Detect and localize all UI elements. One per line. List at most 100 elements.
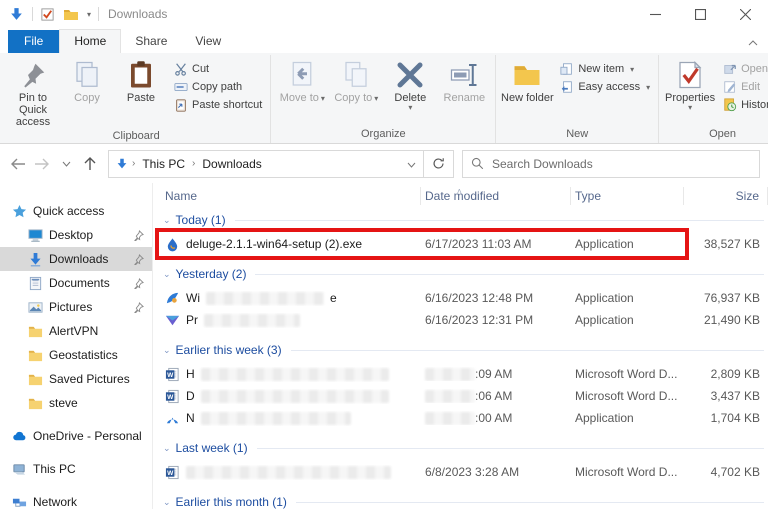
search-box[interactable] xyxy=(462,150,760,178)
minimize-button[interactable] xyxy=(633,0,678,28)
up-icon[interactable] xyxy=(78,151,102,177)
collapse-group-chevron-icon[interactable]: ⌄ xyxy=(163,269,171,280)
tab-home[interactable]: Home xyxy=(59,29,121,53)
button-label: Open xyxy=(741,63,768,75)
group-header-earlier-this-month-1[interactable]: ⌄ Earlier this month (1) xyxy=(161,489,768,509)
sidebar-item-steve[interactable]: steve xyxy=(0,391,152,415)
file-name-cell: deluge-2.1.1-win64-setup (2).exe xyxy=(161,237,421,252)
properties-button[interactable]: Properties ▾ xyxy=(663,58,717,111)
file-row[interactable]: deluge-2.1.1-win64-setup (2).exe6/17/202… xyxy=(161,233,768,255)
group-label: Today (1) xyxy=(176,213,226,227)
sidebar-item-pictures[interactable]: Pictures xyxy=(0,295,152,319)
sidebar-item-geostatistics[interactable]: Geostatistics xyxy=(0,343,152,367)
sidebar-item-quick-access[interactable]: Quick access xyxy=(0,199,152,223)
column-header-size[interactable]: Size xyxy=(684,187,768,205)
redacted-text xyxy=(201,368,389,381)
type-cell: Application xyxy=(571,291,684,305)
move-to-button[interactable]: Move to xyxy=(275,58,329,105)
button-label: New folder xyxy=(501,92,554,104)
file-row[interactable]: N:00 AMApplication1,704 KB xyxy=(161,407,768,429)
group-header-yesterday-2[interactable]: ⌄Yesterday (2) xyxy=(161,261,768,287)
delete-button[interactable]: Delete ▾ xyxy=(383,58,437,111)
pin-to-quick-access-button[interactable]: Pin to Quick access xyxy=(6,58,60,128)
forward-icon[interactable] xyxy=(30,151,54,177)
type-cell: Microsoft Word D... xyxy=(571,465,684,479)
sidebar-item-documents[interactable]: Documents xyxy=(0,271,152,295)
copy-button[interactable]: Copy xyxy=(60,58,114,104)
folder-icon xyxy=(28,348,43,363)
sidebar-item-alertvpn[interactable]: AlertVPN xyxy=(0,319,152,343)
sidebar-item-saved-pictures[interactable]: Saved Pictures xyxy=(0,367,152,391)
button-label: Paste shortcut xyxy=(192,99,262,111)
recent-locations-chevron-icon[interactable] xyxy=(54,151,78,177)
group-header-today-1[interactable]: ⌄ Today (1) xyxy=(161,207,768,233)
open-icon xyxy=(723,62,737,76)
sidebar-item-desktop[interactable]: Desktop xyxy=(0,223,152,247)
quick-access-toolbar: ▾ xyxy=(40,7,91,22)
column-header-name[interactable]: Name xyxy=(161,187,421,205)
group-header-last-week-1[interactable]: ⌄Last week (1) xyxy=(161,435,768,461)
history-button[interactable]: History xyxy=(723,98,768,112)
date-modified-cell: :00 AM xyxy=(421,411,571,425)
sidebar-item-label: Desktop xyxy=(49,228,93,242)
tab-view[interactable]: View xyxy=(181,30,235,53)
button-label: Rename xyxy=(444,92,486,104)
date-modified-cell: 6/16/2023 12:48 PM xyxy=(421,291,571,305)
collapse-group-chevron-icon[interactable]: ⌄ xyxy=(163,443,171,454)
file-row[interactable]: WD:06 AMMicrosoft Word D...3,437 KB xyxy=(161,385,768,407)
paste-shortcut-button[interactable]: Paste shortcut xyxy=(174,98,262,112)
refresh-icon[interactable] xyxy=(424,150,454,178)
file-row[interactable]: Wie6/16/2023 12:48 PMApplication76,937 K… xyxy=(161,287,768,309)
move-to-icon xyxy=(287,60,317,90)
sidebar-item-network[interactable]: Network xyxy=(0,490,152,509)
new-folder-button[interactable]: New folder xyxy=(500,58,554,104)
search-input[interactable] xyxy=(492,157,751,171)
ribbon-group-clipboard: Pin to Quick access Copy Paste xyxy=(2,55,270,143)
group-label: Earlier this month (1) xyxy=(176,495,287,509)
file-row[interactable]: Pr6/16/2023 12:31 PMApplication21,490 KB xyxy=(161,309,768,331)
size-cell: 21,490 KB xyxy=(684,313,768,327)
button-label: Easy access xyxy=(578,81,640,93)
address-bar[interactable]: › This PC › Downloads xyxy=(108,150,424,178)
copy-path-icon xyxy=(174,80,188,94)
sidebar-item-this-pc[interactable]: This PC xyxy=(0,457,152,481)
customize-qat-dropdown-icon[interactable]: ▾ xyxy=(87,11,91,18)
group-rule xyxy=(296,502,764,503)
new-item-button[interactable]: New item xyxy=(560,62,650,76)
sidebar-item-onedrive-personal[interactable]: OneDrive - Personal xyxy=(0,424,152,448)
copy-path-button[interactable]: Copy path xyxy=(174,80,262,94)
ribbon-group-open: Properties ▾ Open Edit xyxy=(658,55,768,143)
back-icon[interactable] xyxy=(6,151,30,177)
rename-button[interactable]: Rename xyxy=(437,58,491,104)
address-dropdown-icon[interactable] xyxy=(399,157,423,171)
collapse-group-chevron-icon[interactable]: ⌄ xyxy=(163,345,171,356)
easy-access-button[interactable]: Easy access xyxy=(560,80,650,94)
type-cell: Application xyxy=(571,237,684,251)
redacted-text xyxy=(186,466,391,479)
collapse-ribbon-icon[interactable] xyxy=(748,35,758,49)
properties-qat-icon[interactable] xyxy=(40,7,55,22)
file-row[interactable]: WH:09 AMMicrosoft Word D...2,809 KB xyxy=(161,363,768,385)
group-header-earlier-this-week-3[interactable]: ⌄Earlier this week (3) xyxy=(161,337,768,363)
column-header-date-modified[interactable]: ˄ Date modified xyxy=(421,187,571,205)
main-content: Quick access Desktop DownloadsDocumentsPic… xyxy=(0,183,768,509)
edit-button[interactable]: Edit xyxy=(723,80,768,94)
column-header-type[interactable]: Type xyxy=(571,187,684,205)
maximize-button[interactable] xyxy=(678,0,723,28)
open-button[interactable]: Open xyxy=(723,62,768,76)
copy-to-button[interactable]: Copy to xyxy=(329,58,383,105)
close-button[interactable] xyxy=(723,0,768,28)
new-folder-qat-icon[interactable] xyxy=(63,7,79,21)
cut-button[interactable]: Cut xyxy=(174,62,262,76)
document-icon xyxy=(28,276,43,291)
date-modified-cell: :06 AM xyxy=(421,389,571,403)
breadcrumb-downloads[interactable]: Downloads xyxy=(198,157,265,171)
breadcrumb-this-pc[interactable]: This PC xyxy=(138,157,189,171)
tab-share[interactable]: Share xyxy=(121,30,181,53)
collapse-group-chevron-icon[interactable]: ⌄ xyxy=(163,497,171,508)
tab-file[interactable]: File xyxy=(8,30,59,53)
paste-button[interactable]: Paste xyxy=(114,58,168,104)
collapse-group-chevron-icon[interactable]: ⌄ xyxy=(163,215,171,226)
file-row[interactable]: W6/8/2023 3:28 AMMicrosoft Word D...4,70… xyxy=(161,461,768,483)
sidebar-item-downloads[interactable]: Downloads xyxy=(0,247,152,271)
